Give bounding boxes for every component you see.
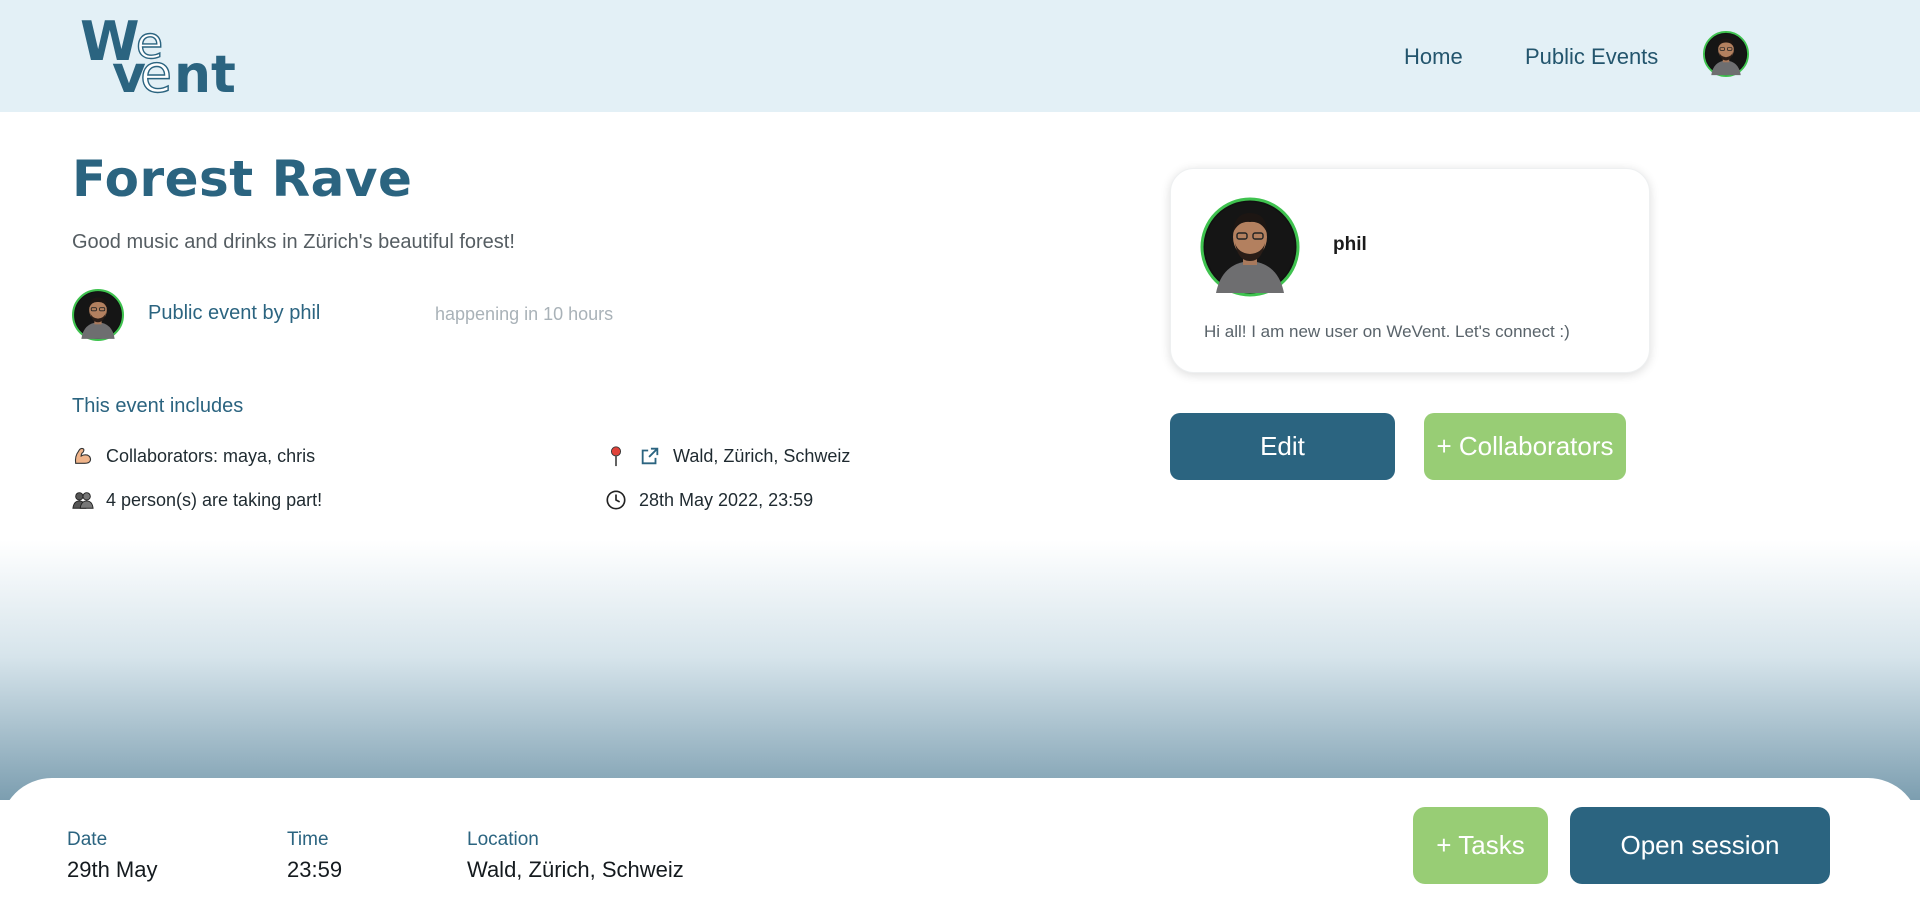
time-value: 23:59	[287, 857, 343, 882]
event-status: happening in 10 hours	[435, 304, 614, 324]
top-header: W e v e nt Home Public Events	[0, 0, 1920, 112]
add-tasks-button[interactable]: + Tasks	[1413, 807, 1548, 884]
datetime-text: 28th May 2022, 23:59	[639, 489, 814, 510]
flexed-biceps-icon	[72, 445, 94, 467]
date-value: 29th May	[67, 857, 158, 882]
add-collaborators-button[interactable]: + Collaborators	[1424, 413, 1626, 480]
wevent-logo-graphic: W e v e nt	[80, 10, 236, 106]
location-label: Location	[467, 829, 539, 850]
owner-avatar-icon[interactable]	[72, 289, 124, 341]
location-value: Wald, Zürich, Schweiz	[467, 857, 684, 882]
bottom-summary-bar: Date 29th May Time 23:59 Location Wald, …	[0, 778, 1920, 914]
clock-icon	[605, 489, 627, 511]
datetime-row: 28th May 2022, 23:59	[605, 489, 813, 511]
organizer-avatar-icon[interactable]	[1200, 197, 1300, 297]
event-title: Forest Rave	[72, 150, 413, 208]
collaborators-text: Collaborators: maya, chris	[106, 445, 316, 466]
location-text: Wald, Zürich, Schweiz	[673, 445, 851, 466]
time-label: Time	[287, 829, 329, 850]
organizer-name: phil	[1333, 234, 1367, 255]
people-icon	[72, 489, 94, 511]
participants-row: 4 person(s) are taking part!	[72, 489, 322, 511]
edit-button[interactable]: Edit	[1170, 413, 1395, 480]
includes-heading: This event includes	[72, 395, 244, 417]
event-owner-text: Public event by phil	[148, 302, 321, 324]
open-session-button[interactable]: Open session	[1570, 807, 1830, 884]
svg-text:e: e	[140, 45, 172, 98]
date-label: Date	[67, 829, 108, 850]
svg-text:nt: nt	[174, 45, 236, 98]
collaborators-row: Collaborators: maya, chris	[72, 445, 315, 467]
wevent-logo[interactable]: W e v e nt	[78, 10, 248, 106]
event-description: Good music and drinks in Zürich's beauti…	[72, 231, 515, 253]
nav-home-link[interactable]: Home	[1404, 44, 1463, 70]
external-link-icon[interactable]	[639, 445, 661, 467]
location-row: Wald, Zürich, Schweiz	[605, 445, 850, 467]
nav-public-events-link[interactable]: Public Events	[1525, 44, 1658, 70]
participants-text: 4 person(s) are taking part!	[106, 489, 323, 510]
user-avatar-icon[interactable]	[1703, 31, 1749, 77]
background-gradient	[0, 540, 1920, 800]
pin-icon	[605, 445, 627, 467]
organizer-bio: Hi all! I am new user on WeVent. Let's c…	[1204, 322, 1570, 341]
organizer-profile-card: phil Hi all! I am new user on WeVent. Le…	[1170, 168, 1650, 373]
